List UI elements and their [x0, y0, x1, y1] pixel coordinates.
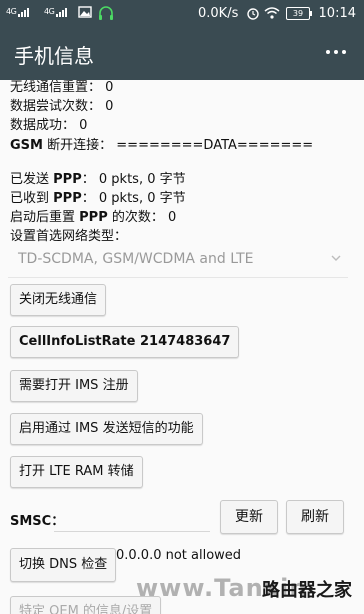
network-type-1: 4G: [6, 7, 17, 16]
data-success-label: 数据成功：: [10, 118, 76, 133]
data-attempts-value: 0: [105, 99, 114, 114]
watermark-2: 路由器之家: [262, 580, 352, 601]
wifi-icon: [264, 7, 280, 19]
ppp-reset-label-2: 的次数：: [111, 210, 164, 225]
headphones-icon: [99, 6, 113, 20]
chevron-down-icon: [331, 255, 341, 261]
signal-icon: [18, 8, 29, 17]
data-attempts-label: 数据尝试次数：: [10, 99, 102, 114]
cellinfo-rate-button[interactable]: CellInfoListRate 2147483647: [10, 326, 240, 358]
data-attempts-row: 数据尝试次数： 0: [10, 95, 113, 114]
data-success-row: 数据成功： 0: [10, 114, 87, 133]
app-bar: 手机信息: [0, 28, 364, 80]
radio-reset-value: 0: [105, 80, 114, 95]
ppp-received-ppp: PPP: [53, 191, 82, 206]
ppp-reset-label: 启动后重置: [10, 210, 76, 225]
ppp-reset-ppp: PPP: [79, 210, 108, 225]
network-type-spinner[interactable]: TD-SCDMA, GSM/WCDMA and LTE: [8, 242, 348, 278]
gsm-disconnect-value: ========DATA=======: [116, 138, 314, 153]
lte-ram-dump-button[interactable]: 打开 LTE RAM 转储: [10, 456, 143, 488]
ppp-received-row: 已收到 PPP： 0 pkts, 0 字节: [10, 191, 186, 206]
ims-sms-button[interactable]: 启用通过 IMS 发送短信的功能: [10, 413, 203, 445]
dns-check-button[interactable]: 切换 DNS 检查: [10, 548, 117, 582]
ims-register-button[interactable]: 需要打开 IMS 注册: [10, 370, 138, 402]
ppp-sent-ppp: PPP: [53, 172, 82, 187]
radio-reset-label: 无线通信重置：: [10, 80, 102, 95]
ppp-sent-value: 0 pkts, 0 字节: [98, 172, 186, 187]
network-type-2: 4G: [44, 7, 55, 16]
radio-off-button[interactable]: 关闭无线通信: [10, 284, 107, 316]
gsm-label: GSM: [10, 138, 43, 153]
alarm-icon: [247, 8, 259, 20]
clock: 10:14: [318, 6, 356, 21]
network-type-selected: TD-SCDMA, GSM/WCDMA and LTE: [18, 251, 254, 267]
radio-reset-row: 无线通信重置： 0: [10, 80, 113, 95]
page-title: 手机信息: [14, 44, 94, 68]
ppp-received-label: 已收到: [10, 191, 50, 206]
refresh-button[interactable]: 刷新: [286, 500, 344, 534]
data-success-value: 0: [79, 118, 88, 133]
gsm-disconnect-row: GSM 断开连接： ========DATA=======: [10, 134, 313, 153]
phone-info-content[interactable]: 无线通信重置： 0 数据尝试次数： 0 数据成功： 0 GSM 断开连接： ==…: [0, 80, 364, 614]
ppp-sent-row: 已发送 PPP： 0 pkts, 0 字节: [10, 172, 186, 187]
network-speed: 0.0K/s: [198, 6, 239, 21]
ppp-reset-row: 启动后重置 PPP 的次数： 0: [10, 206, 176, 225]
more-vert-icon[interactable]: [326, 50, 346, 54]
smsc-input[interactable]: [54, 502, 210, 532]
ppp-received-value: 0 pkts, 0 字节: [98, 191, 186, 206]
ppp-sent-label: 已发送: [10, 172, 50, 187]
update-button[interactable]: 更新: [220, 500, 278, 534]
status-bar: 4G 4G 0.0K/s 39 10:14: [0, 0, 364, 28]
battery-icon: 39: [286, 7, 312, 20]
signal-icon-2: [56, 8, 67, 17]
gsm-disconnect-label: 断开连接：: [47, 138, 113, 153]
image-icon: [78, 6, 92, 18]
dns-result: 0.0.0.0 not allowed: [116, 548, 242, 563]
ppp-reset-value: 0: [168, 210, 177, 225]
